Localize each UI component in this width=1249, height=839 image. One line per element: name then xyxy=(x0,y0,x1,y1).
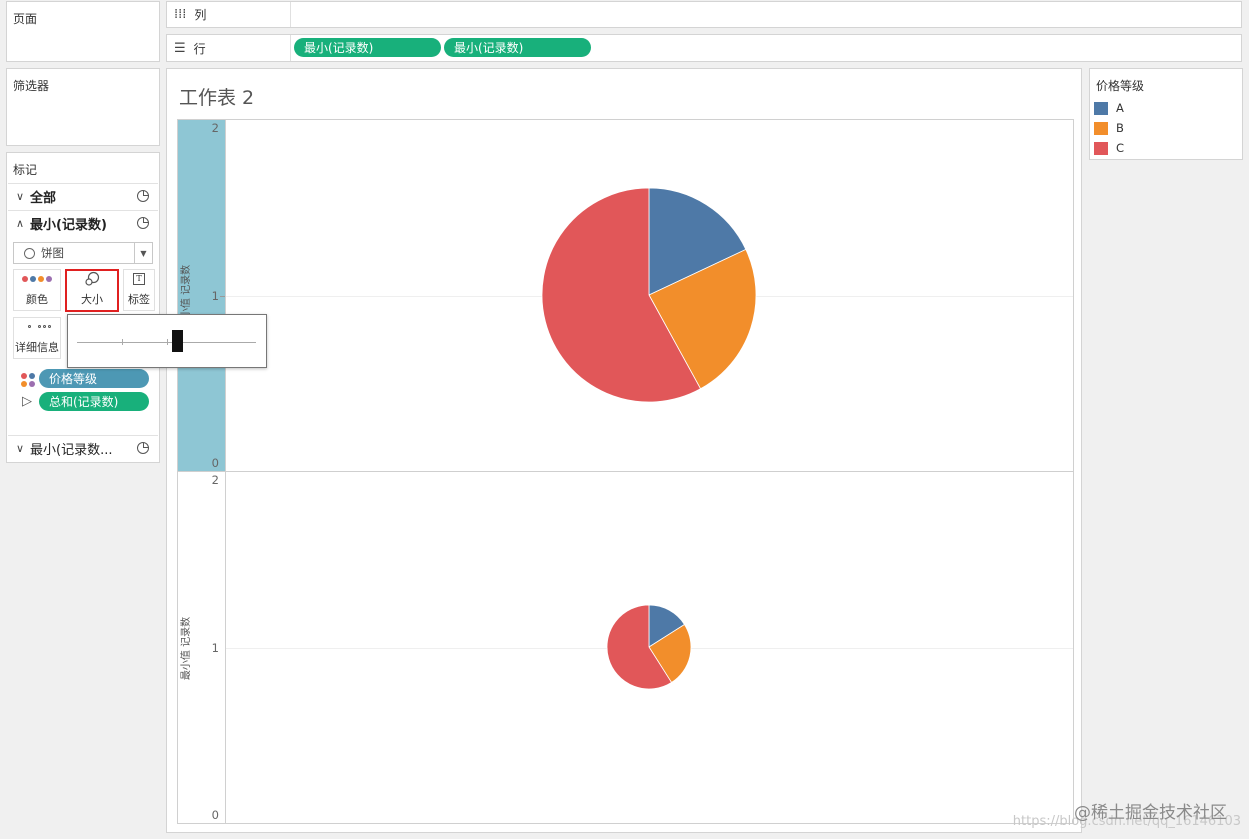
marks-card-collapsed-label: 最小(记录数... xyxy=(30,443,113,458)
row-pill-2[interactable]: 最小(记录数) xyxy=(444,38,591,57)
size-button[interactable]: 大小 xyxy=(65,269,119,312)
legend-item-c[interactable]: C xyxy=(1094,141,1124,155)
size-slider-popup xyxy=(67,314,267,368)
columns-shelf[interactable]: ⁞⁞⁞ 列 xyxy=(166,1,1242,28)
marks-title: 标记 xyxy=(13,163,38,177)
pie-chart-icon xyxy=(137,190,149,202)
tick-label-0: 0 xyxy=(211,808,219,822)
filters-title: 筛选器 xyxy=(13,79,50,93)
columns-label-text: 列 xyxy=(194,8,207,22)
slider-tick xyxy=(122,339,123,345)
chevron-up-icon: ∧ xyxy=(16,217,25,230)
columns-icon: ⁞⁞⁞ xyxy=(174,7,187,22)
marks-card-min-records-2[interactable]: ∨ 最小(记录数... xyxy=(8,435,158,461)
size-circles-icon xyxy=(84,271,100,287)
text-label-icon: T xyxy=(133,270,145,287)
pane-divider xyxy=(177,471,1074,472)
tick-label-1: 1 xyxy=(211,289,219,303)
color-field-pill-label: 价格等级 xyxy=(49,372,98,386)
row-pill-2-label: 最小(记录数) xyxy=(454,41,524,55)
color-legend: 价格等级 A B C xyxy=(1089,68,1243,160)
mark-type-dropdown[interactable]: 饼图 ▼ xyxy=(13,242,153,264)
color-field-icon xyxy=(21,373,35,387)
pie-chart-icon xyxy=(24,247,35,259)
size-field-pill[interactable]: 总和(记录数) xyxy=(39,392,149,411)
detail-button[interactable]: 详细信息 xyxy=(13,317,61,359)
tick-label-2: 2 xyxy=(211,473,219,487)
rows-label-text: 行 xyxy=(193,41,206,56)
marks-card-active-label: 最小(记录数) xyxy=(30,218,107,233)
angle-icon: ▷ xyxy=(22,394,32,409)
rows-icon: ☰ xyxy=(174,40,186,56)
watermark: @稀土掘金技术社区 xyxy=(1074,803,1227,823)
legend-item-b[interactable]: B xyxy=(1094,121,1124,135)
rows-shelf[interactable]: ☰ 行 最小(记录数) 最小(记录数) xyxy=(166,34,1242,62)
dropdown-caret-icon[interactable]: ▼ xyxy=(134,243,152,263)
legend-swatch xyxy=(1094,121,1108,135)
tick-label-0: 0 xyxy=(211,456,219,470)
pie-chart-icon xyxy=(137,217,149,229)
legend-swatch xyxy=(1094,141,1108,155)
size-slider-thumb[interactable] xyxy=(172,330,184,352)
color-dots-icon xyxy=(22,270,52,287)
tick-label-2: 2 xyxy=(211,121,219,135)
legend-item-label: C xyxy=(1116,141,1125,155)
pages-panel[interactable]: 页面 xyxy=(6,1,160,62)
chevron-down-icon: ∨ xyxy=(16,442,25,455)
sheet-title[interactable]: 工作表 2 xyxy=(179,83,254,110)
row-pill-1[interactable]: 最小(记录数) xyxy=(294,38,441,57)
color-button[interactable]: 颜色 xyxy=(13,269,61,311)
label-button[interactable]: T 标签 xyxy=(123,269,155,311)
slider-tick xyxy=(167,339,168,345)
legend-swatch xyxy=(1094,101,1108,115)
marks-panel: 标记 ∨ 全部 ∧ 最小(记录数) 饼图 ▼ 颜色 大小 T 标签 详细信息 价… xyxy=(6,152,160,463)
worksheet-view: 工作表 2 2 1 0 最小值 记录数 2 1 0 最小值 记录数 xyxy=(166,68,1082,833)
legend-title: 价格等级 xyxy=(1096,79,1145,93)
marks-card-min-records[interactable]: ∧ 最小(记录数) xyxy=(8,210,158,236)
size-field-pill-label: 总和(记录数) xyxy=(49,395,119,409)
tick-mark xyxy=(220,296,225,297)
pie-chart-bottom[interactable] xyxy=(604,602,694,692)
legend-item-a[interactable]: A xyxy=(1094,101,1124,115)
legend-item-label: B xyxy=(1116,121,1124,135)
size-button-label: 大小 xyxy=(81,293,103,306)
marks-card-all[interactable]: ∨ 全部 xyxy=(8,183,158,209)
detail-button-label: 详细信息 xyxy=(15,341,59,354)
rows-shelf-label: ☰ 行 xyxy=(174,35,291,61)
chevron-down-icon: ∨ xyxy=(16,190,25,203)
marks-card-all-label: 全部 xyxy=(30,191,57,206)
label-button-label: 标签 xyxy=(128,293,150,306)
pie-chart-top[interactable] xyxy=(539,185,759,405)
pie-chart-icon xyxy=(137,442,149,454)
mark-type-value: 饼图 xyxy=(41,246,64,260)
row-pill-1-label: 最小(记录数) xyxy=(304,41,374,55)
color-button-label: 颜色 xyxy=(26,293,48,306)
columns-shelf-label: ⁞⁞⁞ 列 xyxy=(174,2,291,27)
detail-dots-icon xyxy=(23,318,51,335)
filters-panel[interactable]: 筛选器 xyxy=(6,68,160,146)
legend-item-label: A xyxy=(1116,101,1124,115)
color-field-pill[interactable]: 价格等级 xyxy=(39,369,149,388)
axis-title-bottom[interactable]: 最小值 记录数 xyxy=(177,617,192,680)
pages-title: 页面 xyxy=(13,12,38,26)
tick-label-1: 1 xyxy=(211,641,219,655)
